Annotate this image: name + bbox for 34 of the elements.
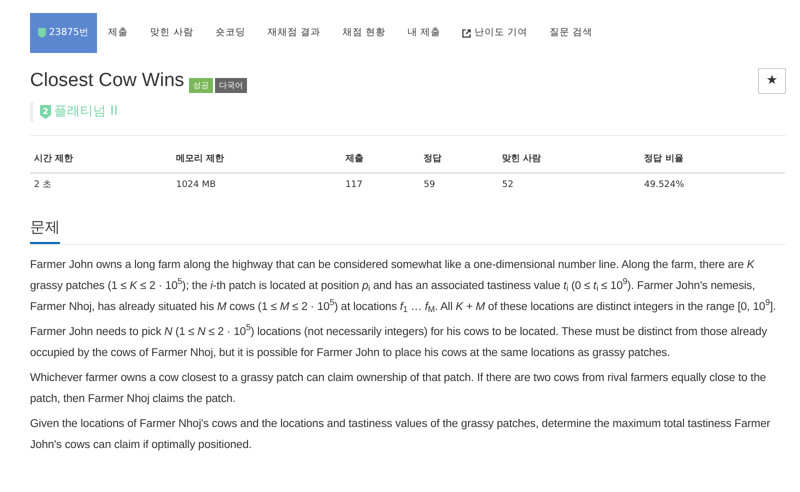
table-cell: 52 (498, 172, 640, 197)
problem-paragraph: Farmer John owns a long farm along the highway that can be considered somewhat like a one-dimensional number line. Along the farm, there are K grassy patches (1 ≤ K ≤ 2 · 10$^{5}$); the i-th patch is located at position p$_{i}$ and has an associated tastiness value t$_{i}$ (0 ≤ t$_{i}$ ≤ 10$^{9}$). Farmer John's nemesis, Farmer Nhoj, has already situated his M cows (1 ≤ M ≤ 2 · 10$^{5}$) at locations f$_{1}$ … f$_{M}$. All K + M of these locations are distinct integers in the range [0, 10$^{9}$]. (30, 258, 777, 316)
nav-tab[interactable]: 재채점 결과 (256, 13, 332, 53)
problem-paragraph: Given the locations of Farmer Nhoj's cows and the locations and tastiness values of the grassy patches, determine the maximum total tastiness Farmer John's cows can claim if optimally positioned. (30, 416, 772, 452)
nav-tab[interactable]: 맞힌 사람 (139, 13, 204, 53)
problem-paragraph: Whichever farmer owns a cow closest to a grassy patch can claim ownership of that patch. If there are two cows from rival farmers equally close to the patch, then Farmer Nhoj claims the patch. (30, 370, 767, 406)
section-title: 문제 (30, 216, 60, 244)
external-link-icon (462, 28, 472, 38)
nav-tab[interactable]: 질문 검색 (538, 13, 604, 53)
table-cell: 1024 MB (172, 172, 342, 197)
tier-badge-icon: 2 (40, 105, 51, 119)
nav-tab[interactable]: 채점 현황 (331, 13, 396, 53)
tier-badge-icon (38, 28, 46, 38)
column-header: 메모리 제한 (172, 148, 342, 172)
column-header: 시간 제한 (30, 148, 172, 172)
star-button[interactable]: ★ (758, 68, 786, 94)
column-header: 정답 비율 (640, 148, 785, 172)
status-label: 다국어 (215, 78, 248, 93)
column-header: 제출 (341, 148, 420, 172)
nav-tab[interactable]: 23875번 (30, 13, 98, 53)
nav-tab[interactable]: 제출 (97, 13, 140, 53)
table-cell: 59 (420, 172, 498, 197)
table-cell: 2 초 (30, 172, 172, 197)
nav-tab[interactable]: 난이도 기여 (451, 13, 538, 53)
status-label: 성공 (189, 78, 214, 93)
table-cell: 49.524% (640, 172, 785, 197)
nav-tab[interactable]: 숏코딩 (204, 13, 256, 53)
table-cell: 117 (341, 172, 420, 197)
problem-title: Closest Cow Wins (30, 69, 184, 93)
nav-tab[interactable]: 내 제출 (396, 13, 452, 53)
column-header: 맞힌 사람 (498, 148, 640, 172)
problem-paragraph: Farmer John needs to pick N (1 ≤ N ≤ 2 · 10$^{5}$) locations (not necessarily integers) for his cows to be located. These must be distinct from those already occupied by the cows of Farmer Nhoj, but it is possible for Farmer John to place his cows at the same locations as grassy patches. (30, 322, 768, 360)
tier-label: 플래티넘 II (54, 103, 118, 122)
column-header: 정답 (420, 148, 498, 172)
